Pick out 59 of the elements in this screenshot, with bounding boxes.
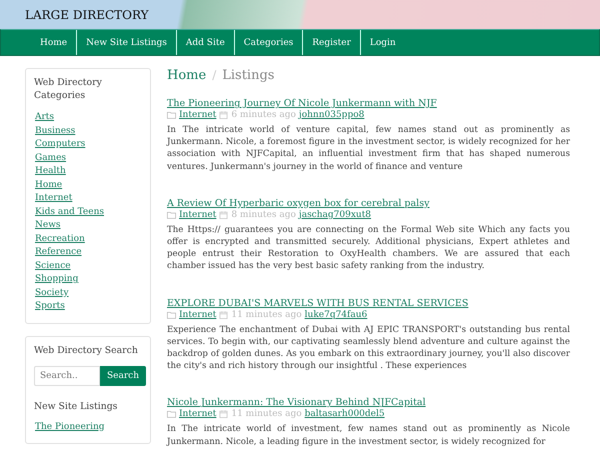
folder-icon [167, 410, 176, 418]
nav-link[interactable]: Home [31, 30, 78, 55]
card-title: Web Directory Categories [34, 76, 103, 102]
listing-description: The Https:// guarantees you are connecting on the Formal Web site Which any facts you offer is encrypted and transmitted securely. Additional physicians, Expert athletes and people entrust their Restoration to OxyHealth chambers. We are assured that each chamber issued has the very best basic safety ranking from the industry. [167, 224, 570, 273]
folder-icon [167, 310, 176, 319]
category-link[interactable]: Internet [34, 192, 72, 206]
category-link[interactable]: Games [34, 152, 66, 165]
calendar-icon [219, 111, 228, 119]
category-link[interactable]: Society [34, 286, 69, 300]
category-link[interactable]: News [34, 219, 61, 232]
user-link[interactable]: johnn035ppo8 [298, 110, 364, 120]
nav-link[interactable]: Register [303, 30, 361, 55]
nav-link[interactable]: New Site Listings [77, 30, 177, 55]
nav-link[interactable]: Login [360, 30, 405, 55]
breadcrumb-item[interactable]: Listings [222, 68, 274, 83]
folder-icon [167, 111, 176, 119]
search-field[interactable]: Search.. [34, 366, 100, 386]
breadcrumb-item[interactable]: Home [167, 68, 206, 83]
listing-description: Experience The enchantment of Dubai with AJ EPIC TRANSPORT's outstanding bus rental services. To begin with, our captivating seamlessly blend adventure and culture against the backdrop of golden dunes. As you embark on this extraordinary journey, you'll also discover the city's and rich history through our insightful . These experiences [167, 324, 570, 372]
category-link[interactable]: Home [34, 178, 62, 192]
category-link[interactable]: Internet [179, 210, 216, 220]
category-link[interactable]: Shopping [34, 273, 78, 286]
listing-title-link[interactable]: Nicole Junkermann: The Visionary Behind NJFCapital [167, 397, 426, 408]
listing-title-link[interactable]: EXPLORE DUBAI'S MARVELS WITH BUS RENTAL SERVICES [167, 298, 468, 309]
posted-time: 6 minutes ago [231, 110, 296, 120]
folder-icon [167, 210, 176, 219]
category-link[interactable]: Internet [179, 110, 216, 120]
listing-description: In The intricate world of venture capital, few names stand out as prominently as Junkermann. Nicole, a foremost figure in the investment sector, is widely recognized for her association with NJFCapital, an influential investment firm that has shaped numerous ventures. Junkermann's journey in the world of finance and venture [167, 124, 570, 173]
category-link[interactable]: Computers [34, 138, 86, 152]
category-link[interactable]: Arts [34, 111, 54, 124]
card-title: New Site Listings [34, 400, 118, 412]
nav-link[interactable]: Categories [234, 30, 304, 55]
category-link[interactable]: Science [34, 260, 71, 273]
card-title: Web Directory Search [34, 344, 139, 356]
listing-title-link[interactable]: A Review Of Hyperbaric oxygen box for cerebral palsy [167, 198, 430, 209]
calendar-icon [219, 310, 228, 319]
breadcrumb-separator: / [212, 68, 216, 82]
posted-time: 11 minutes ago [231, 310, 302, 320]
posted-time: 8 minutes ago [231, 210, 296, 220]
user-link[interactable]: luke7q74fau6 [304, 310, 368, 320]
listing-description: In The intricate world of investment, few names stand out as prominently as Nicole Junkermann. Nicole, a leading figure in the investment sector, is widely recognized for [167, 423, 570, 448]
category-link[interactable]: Internet [179, 310, 216, 320]
category-link[interactable]: Health [34, 165, 66, 178]
listing-link[interactable]: The Pioneering [34, 420, 105, 434]
listing-title-link[interactable]: The Pioneering Journey Of Nicole Junkermann with NJF [167, 98, 437, 109]
nav-link[interactable]: Add Site [176, 30, 235, 55]
user-link[interactable]: jaschag709xut8 [298, 210, 372, 220]
category-link[interactable]: Reference [34, 246, 82, 260]
posted-time: 11 minutes ago [231, 409, 302, 420]
calendar-icon [219, 410, 228, 418]
category-link[interactable]: Internet [179, 409, 216, 420]
site-title: LARGE DIRECTORY [25, 8, 149, 22]
calendar-icon [219, 210, 228, 219]
category-link[interactable]: Recreation [34, 232, 85, 246]
category-link[interactable]: Business [34, 124, 76, 138]
category-link[interactable]: Sports [34, 300, 65, 314]
search-button[interactable]: Search [100, 366, 146, 386]
category-link[interactable]: Kids and Teens [34, 206, 104, 219]
user-link[interactable]: baltasarh000del5 [304, 409, 385, 420]
